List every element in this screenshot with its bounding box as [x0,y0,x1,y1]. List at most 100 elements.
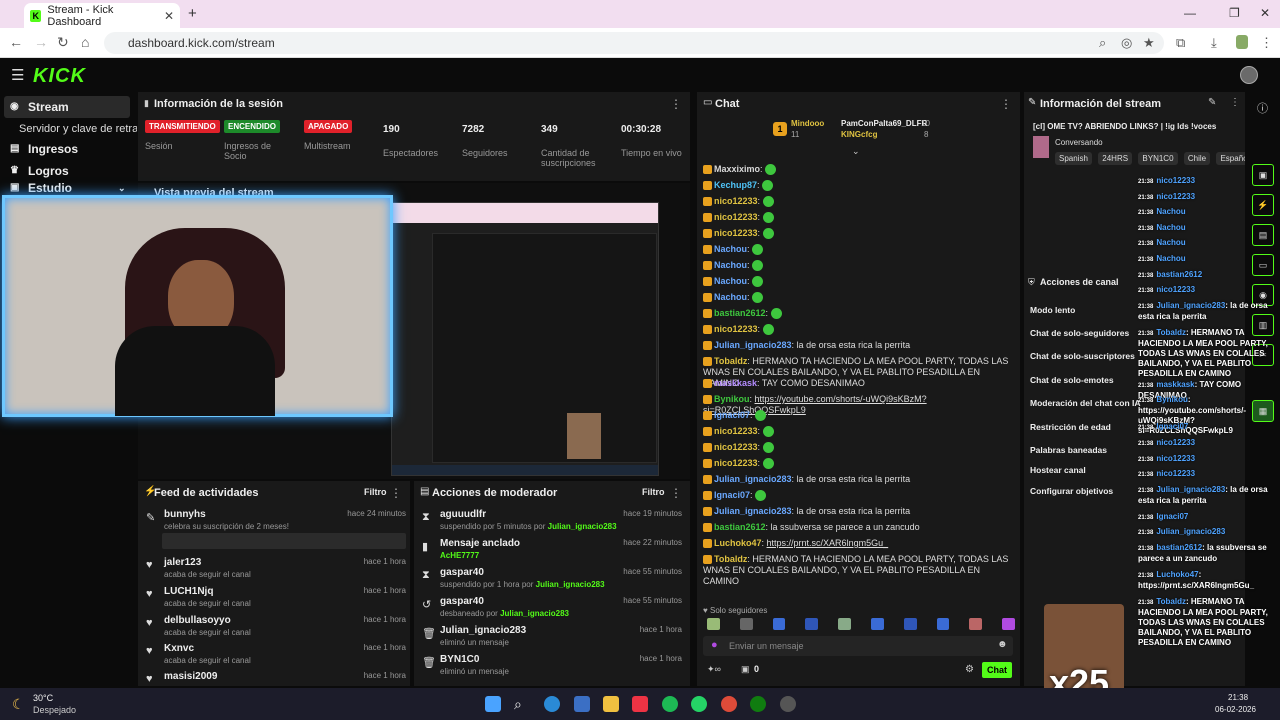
store-icon[interactable] [574,696,590,712]
tag[interactable]: BYN1C0 [1138,152,1178,165]
minimize-icon[interactable]: — [1184,6,1196,20]
chat-username[interactable]: Nachou [714,292,747,302]
edit-icon[interactable]: ✎ [1208,97,1216,108]
chat-username[interactable]: nico12233 [714,228,758,238]
more-options-icon[interactable]: ⋮ [1230,97,1240,108]
mic-icon[interactable]: ● [711,639,718,651]
mod-action-target[interactable]: aguuudlfr [440,509,486,520]
hamburger-menu-icon[interactable]: ☰ [11,66,24,84]
emote-icon[interactable] [838,618,851,630]
browser-tab[interactable]: K Stream - Kick Dashboard ✕ [24,3,180,28]
chat-username[interactable]: Nachou [714,276,747,286]
weather-desc[interactable]: Despejado [33,705,76,715]
activity-user[interactable]: delbullasoyyo [164,615,231,626]
gift-icon[interactable]: ▣ [741,664,750,675]
activity-user[interactable]: bunnyhs [164,509,206,520]
chat-username[interactable]: Nachou [714,244,747,254]
activity-user[interactable]: masisi2009 [164,671,217,682]
emote-icon[interactable] [707,618,720,630]
points-icon[interactable]: ✦∞ [707,664,721,675]
sidebar-item-estudio[interactable]: ▣ Estudio ⌄ [8,181,130,192]
windows-start-icon[interactable] [485,696,501,712]
chat-username[interactable]: nico12233 [714,324,758,334]
chat-text[interactable]: https://prnt.sc/XAR6lngm5Gu_ [767,538,889,548]
chat-username[interactable]: Nachou [714,260,747,270]
star-icon[interactable]: ★ [1143,35,1155,51]
emote-icon[interactable] [772,618,786,630]
activity-user[interactable]: Kxnvc [164,643,194,654]
more-options-icon[interactable]: ⋮ [390,486,402,500]
mod-name[interactable]: AcHE7777 [440,551,479,560]
mod-action-target[interactable]: Mensaje anclado [440,538,520,549]
mod-name[interactable]: Julian_ignacio283 [500,609,569,618]
url-input[interactable]: dashboard.kick.com/stream [104,32,1164,54]
chat-username[interactable]: nico12233 [714,212,758,222]
emote-icon[interactable] [969,618,983,630]
info-icon[interactable]: ⓘ [1257,100,1268,116]
activity-user[interactable]: jaler123 [164,557,201,568]
clock-date[interactable]: 06-02-2026 [1215,705,1256,714]
gifter-name[interactable]: Mindooo [791,119,824,128]
gifter-name[interactable]: PamConPalta69_DLFR [841,119,927,128]
chat-username[interactable]: bastian2612 [714,308,766,318]
spotify-icon[interactable] [662,696,678,712]
sidebar-item-server-key[interactable]: Servidor y clave de retransm [19,118,137,140]
chat-username[interactable]: nico12233 [714,196,758,206]
new-tab-icon[interactable]: + [188,5,197,22]
action-ai-moderation[interactable]: Moderación del chat con IA [1030,398,1141,408]
chat-username[interactable]: Maxxiximo [714,164,760,174]
sidebar-item-stream[interactable]: ◉ Stream [4,96,130,118]
chat-username[interactable]: Ignaci07 [714,410,750,420]
action-set-goals[interactable]: Configurar objetivos [1030,486,1113,496]
mod-action-target[interactable]: gaspar40 [440,567,484,578]
chat-username[interactable]: nico12233 [714,426,758,436]
xbox-icon[interactable] [750,696,766,712]
action-followers-only[interactable]: Chat de solo-seguidores [1030,328,1129,338]
mod-action-target[interactable]: Julian_ignacio283 [440,625,526,636]
action-slow-mode[interactable]: Modo lento [1030,305,1075,315]
more-options-icon[interactable]: ⋮ [1000,97,1012,111]
chat-username[interactable]: Julian_ignacio283 [714,506,792,516]
chat-username[interactable]: Kechup87 [714,180,757,190]
close-tab-icon[interactable]: ✕ [164,9,174,23]
back-icon[interactable]: ← [9,34,23,50]
action-subscribers-only[interactable]: Chat de solo-suscriptores [1030,351,1135,361]
filter-button[interactable]: Filtro [364,487,387,497]
tag[interactable]: Españo [1216,152,1245,165]
emote-icon[interactable] [805,618,819,630]
action-host-channel[interactable]: Hostear canal [1030,465,1086,475]
download-icon[interactable]: ⤓ [1211,35,1217,51]
emote-icon[interactable] [936,618,950,630]
emote-icon[interactable] [903,618,917,630]
extensions-icon[interactable]: ⧉ [1176,35,1185,51]
tag[interactable]: Spanish [1055,152,1092,165]
chat-username[interactable]: Bynikou [714,394,750,404]
mod-name[interactable]: Julian_ignacio283 [548,522,617,531]
chat-username[interactable]: Ignaci07 [714,490,750,500]
emote-icon[interactable] [1002,618,1015,630]
action-age-restriction[interactable]: Restricción de edad [1030,422,1111,432]
profile-icon[interactable] [1236,35,1248,49]
restore-icon[interactable]: ❐ [1229,6,1240,20]
user-avatar[interactable] [1240,66,1258,84]
more-options-icon[interactable]: ⋮ [670,97,682,111]
chat-username[interactable]: nico12233 [714,458,758,468]
edge-icon[interactable] [544,696,560,712]
emote-icon[interactable] [870,618,884,630]
snipping-icon[interactable] [632,696,648,712]
mod-action-target[interactable]: gaspar40 [440,596,484,607]
reload-icon[interactable]: ↻ [57,34,69,51]
action-banned-words[interactable]: Palabras baneadas [1030,445,1107,455]
clock-time[interactable]: 21:38 [1228,693,1248,702]
chat-username[interactable]: nico12233 [714,442,758,452]
tag[interactable]: Chile [1183,152,1211,165]
home-icon[interactable]: ⌂ [81,34,89,50]
chat-username[interactable]: Tobaldz [714,554,747,564]
action-emotes-only[interactable]: Chat de solo-emotes [1030,375,1114,385]
mod-action-target[interactable]: BYN1C0 [440,654,479,665]
chat-username[interactable]: Julian_ignacio283 [714,340,792,350]
whatsapp-icon[interactable] [691,696,707,712]
gifter-name[interactable]: KINGcfcg [841,130,877,139]
stream-category[interactable]: Conversando [1055,138,1103,147]
kick-logo[interactable]: KICK [33,65,86,88]
